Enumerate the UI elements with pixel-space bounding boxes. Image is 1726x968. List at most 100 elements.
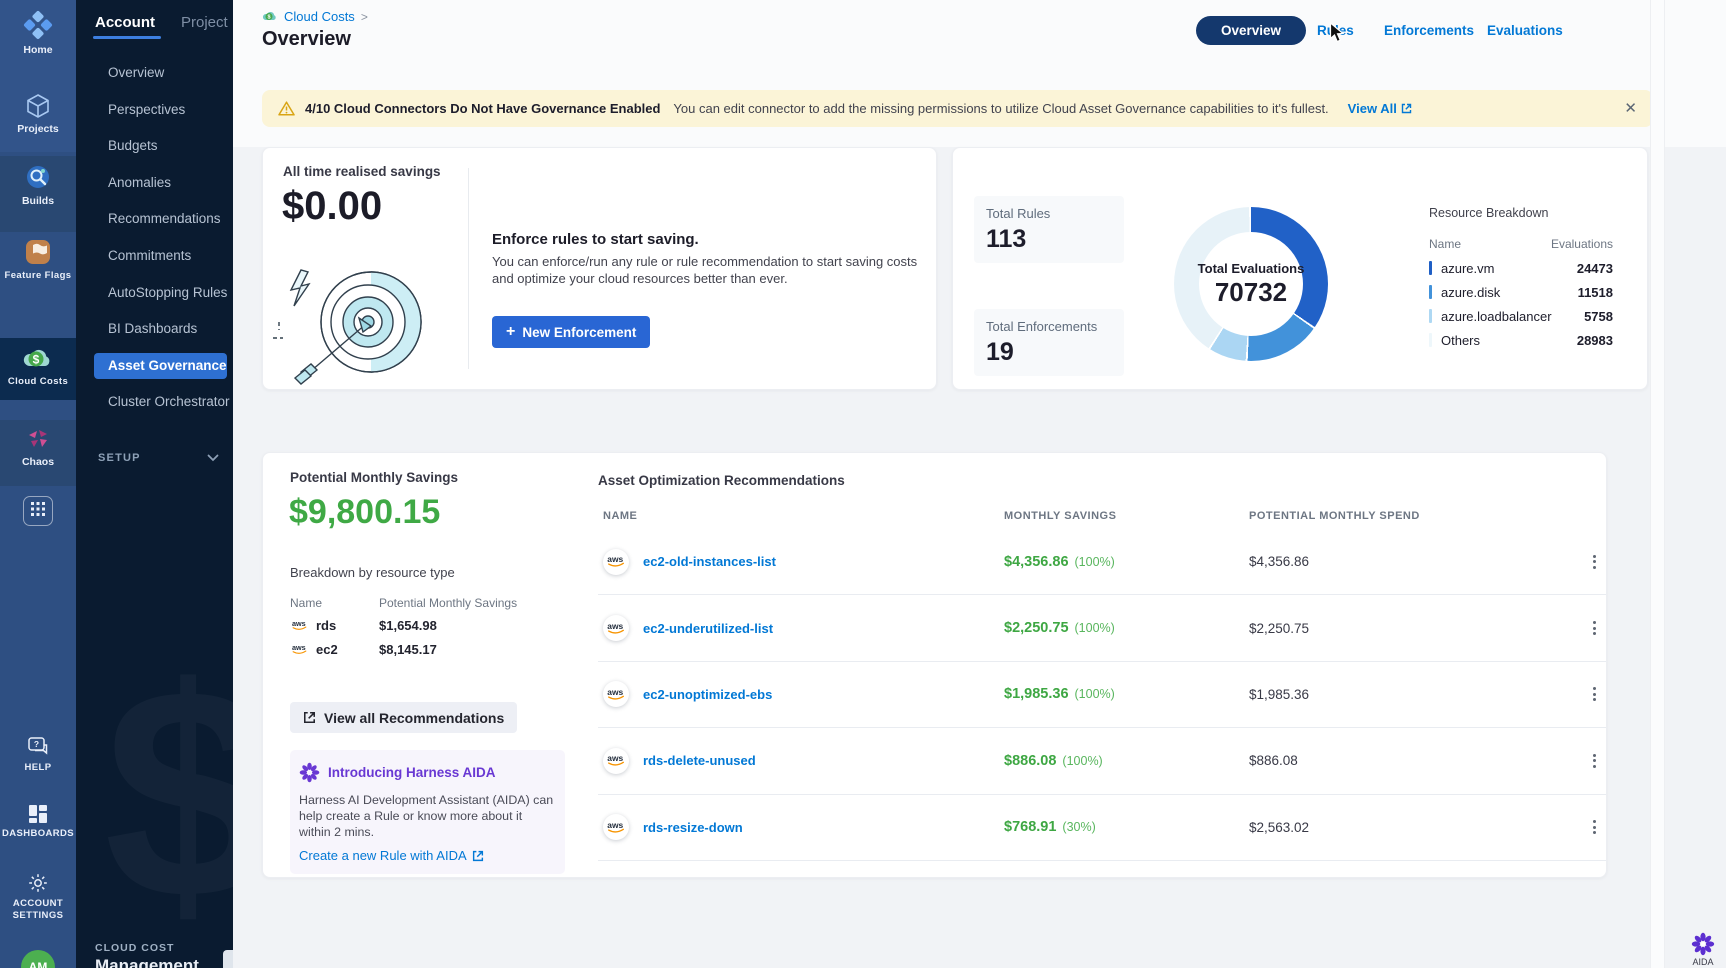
rail-item-help[interactable]: ? HELP xyxy=(0,736,76,773)
aws-logo-icon: aws xyxy=(603,549,629,575)
sidebar-item-anomalies[interactable]: Anomalies xyxy=(76,165,233,202)
banner-close-icon[interactable]: ✕ xyxy=(1624,101,1637,116)
breadcrumb-link[interactable]: Cloud Costs xyxy=(284,9,355,24)
rail-item-cloud-costs[interactable]: $ Cloud Costs xyxy=(0,346,76,387)
rail-item-dashboards[interactable]: DASHBOARDS xyxy=(0,804,76,839)
scope-tabs: Account Project xyxy=(95,14,225,39)
aws-logo-icon: aws xyxy=(603,615,629,641)
row-menu-kebab-icon[interactable] xyxy=(1585,750,1603,772)
banner-view-all-link[interactable]: View All xyxy=(1348,101,1412,116)
row-menu-kebab-icon[interactable] xyxy=(1585,617,1603,639)
sidebar-item-recommendations[interactable]: Recommendations xyxy=(76,201,233,238)
total-rules-label: Total Rules xyxy=(986,206,1112,221)
aida-floating-button[interactable]: AIDA xyxy=(1684,932,1722,967)
feature-flags-icon xyxy=(0,238,76,266)
recommendation-link[interactable]: ec2-old-instances-list xyxy=(643,554,776,569)
row-menu-kebab-icon[interactable] xyxy=(1585,551,1603,573)
legend-item: azure.vm 24473 xyxy=(1429,261,1613,275)
row-menu-kebab-icon[interactable] xyxy=(1585,816,1603,838)
resource-breakdown-title: Resource Breakdown xyxy=(1429,206,1613,220)
recommendation-link[interactable]: rds-delete-unused xyxy=(643,753,756,768)
governance-warning-banner: 4/10 Cloud Connectors Do Not Have Govern… xyxy=(262,90,1653,127)
sidebar-item-autostopping-rules[interactable]: AutoStopping Rules xyxy=(76,275,233,312)
svg-text:aws: aws xyxy=(292,619,306,628)
gear-icon xyxy=(0,872,76,894)
rail-item-feature-flags[interactable]: Feature Flags xyxy=(0,238,76,281)
card-divider xyxy=(468,168,469,369)
rail-item-label: Builds xyxy=(0,195,76,207)
sidebar-collapse-handle[interactable] xyxy=(223,950,233,968)
module-title-line2: Management xyxy=(95,956,199,968)
setup-section-toggle[interactable]: SETUP xyxy=(76,446,233,470)
scrollbar-track[interactable] xyxy=(1650,0,1665,968)
ccm-sidebar: $ Account Project Overview Perspectives … xyxy=(76,0,233,968)
rail-item-label: Projects xyxy=(0,123,76,135)
total-enforcements-label: Total Enforcements xyxy=(986,319,1112,334)
tab-rules[interactable]: Rules xyxy=(1317,23,1354,38)
sidebar-item-budgets[interactable]: Budgets xyxy=(76,128,233,165)
resource-breakdown-header: NameEvaluations xyxy=(1429,237,1613,251)
rail-item-account-settings[interactable]: ACCOUNT SETTINGS xyxy=(0,872,76,922)
aida-create-rule-link[interactable]: Create a new Rule with AIDA xyxy=(299,848,484,863)
legend-color-chip xyxy=(1429,309,1432,323)
aida-pinwheel-icon xyxy=(299,762,320,783)
aws-logo-icon: aws xyxy=(603,748,629,774)
sidebar-item-cluster-orchestrator[interactable]: Cluster Orchestrator xyxy=(76,384,233,421)
aida-float-label: AIDA xyxy=(1684,957,1722,967)
external-link-icon xyxy=(1401,103,1412,114)
external-link-icon xyxy=(472,850,484,862)
row-menu-kebab-icon[interactable] xyxy=(1585,683,1603,705)
tab-account[interactable]: Account xyxy=(95,14,155,39)
recommendations-card: Potential Monthly Savings $9,800.15 Brea… xyxy=(262,452,1607,878)
table-row: aws rds-resize-down $768.91(30%) $2,563.… xyxy=(598,795,1606,861)
module-rail: Home Projects Builds Feature Flags $ Clo… xyxy=(0,0,76,968)
svg-text:$: $ xyxy=(267,15,270,21)
cloud-costs-breadcrumb-icon: $ xyxy=(262,10,278,23)
recommendation-link[interactable]: rds-resize-down xyxy=(643,820,743,835)
rail-item-projects[interactable]: Projects xyxy=(0,93,76,135)
legend-color-chip xyxy=(1429,261,1432,275)
main-content: $ Cloud Costs > Overview Overview Rules … xyxy=(233,0,1726,968)
sidebar-menu: Overview Perspectives Budgets Anomalies … xyxy=(76,55,233,421)
legend-color-chip xyxy=(1429,333,1432,347)
recommendation-link[interactable]: ec2-underutilized-list xyxy=(643,621,773,636)
setup-label: SETUP xyxy=(98,452,141,464)
harness-ccm-overview-page: Home Projects Builds Feature Flags $ Clo… xyxy=(0,0,1726,968)
sidebar-item-perspectives[interactable]: Perspectives xyxy=(76,92,233,129)
mini-table-row: aws rds $1,654.98 xyxy=(290,616,336,634)
banner-description: You can edit connector to add the missin… xyxy=(673,101,1328,116)
breadcrumb-separator: > xyxy=(361,10,368,24)
aws-logo-icon: aws xyxy=(290,643,309,656)
sidebar-item-commitments[interactable]: Commitments xyxy=(76,238,233,275)
rail-item-builds[interactable]: Builds xyxy=(0,163,76,207)
table-row: aws ec2-unoptimized-ebs $1,985.36(100%) … xyxy=(598,662,1606,728)
tab-overview[interactable]: Overview xyxy=(1196,16,1306,45)
sidebar-item-asset-governance[interactable]: Asset Governance xyxy=(76,348,233,385)
rail-item-home[interactable]: Home xyxy=(0,10,76,56)
sidebar-item-bi-dashboards[interactable]: BI Dashboards xyxy=(76,311,233,348)
rail-item-label: HELP xyxy=(0,762,76,773)
rail-item-label: Cloud Costs xyxy=(0,376,76,387)
tab-project[interactable]: Project xyxy=(181,14,228,39)
svg-text:aws: aws xyxy=(607,687,623,697)
user-avatar[interactable]: AM xyxy=(21,950,55,968)
apps-grid-button[interactable] xyxy=(23,496,53,526)
total-enforcements-box: Total Enforcements 19 xyxy=(974,309,1124,376)
harness-logo-icon xyxy=(0,10,76,40)
mini-table-row: aws ec2 $8,145.17 xyxy=(290,640,338,658)
tab-enforcements[interactable]: Enforcements xyxy=(1384,23,1474,38)
svg-text:aws: aws xyxy=(607,621,623,631)
builds-icon xyxy=(0,163,76,191)
rail-item-chaos[interactable]: Chaos xyxy=(0,426,76,468)
recommendation-link[interactable]: ec2-unoptimized-ebs xyxy=(643,687,772,702)
breakdown-by-type-label: Breakdown by resource type xyxy=(290,565,455,580)
tab-evaluations[interactable]: Evaluations xyxy=(1487,23,1563,38)
resource-breakdown: Resource Breakdown NameEvaluations azure… xyxy=(1429,206,1613,347)
dartboard-illustration xyxy=(271,260,451,393)
sidebar-item-overview[interactable]: Overview xyxy=(76,55,233,92)
aida-title: Introducing Harness AIDA xyxy=(328,765,496,780)
view-all-recommendations-button[interactable]: View all Recommendations xyxy=(290,702,517,733)
dashboards-icon xyxy=(0,804,76,824)
new-enforcement-button[interactable]: + New Enforcement xyxy=(492,316,650,348)
enforce-cta-body: You can enforce/run any rule or rule rec… xyxy=(492,254,932,287)
